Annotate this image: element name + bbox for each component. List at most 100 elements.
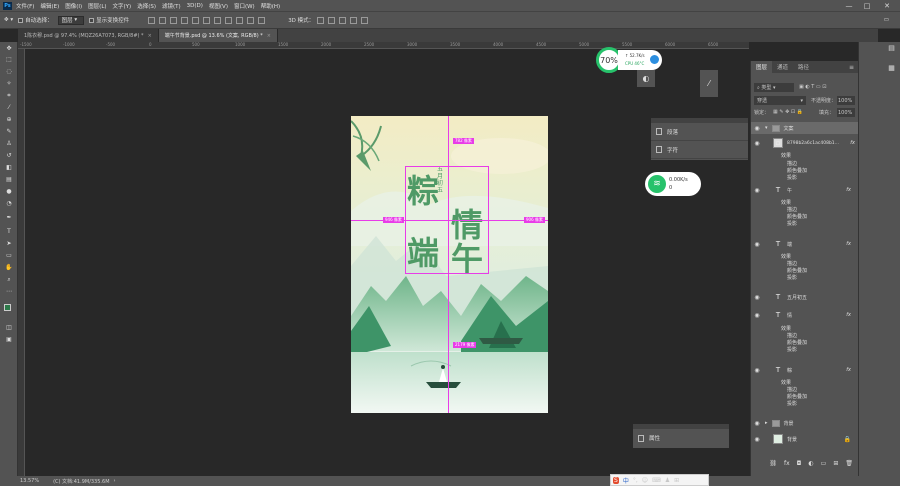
type-tool-icon[interactable]: T <box>5 228 13 235</box>
shape-tool-icon[interactable]: ▭ <box>5 252 13 259</box>
stamp-tool-icon[interactable]: ♙ <box>5 140 13 147</box>
expand-icon[interactable]: ▾ <box>765 125 768 131</box>
align-right-icon[interactable] <box>170 16 178 24</box>
tab-document-1[interactable]: 1陈衣穆.psd @ 97.4% (MQZ26A7073, RGB/8#) * × <box>18 29 159 42</box>
eye-icon[interactable]: ◉ <box>753 367 761 374</box>
effects-row[interactable]: 效果 <box>751 199 859 206</box>
menu-filter[interactable]: 滤镜(T) <box>162 2 181 10</box>
selection-bounding-box[interactable] <box>405 166 489 274</box>
vertical-ruler[interactable] <box>18 49 25 476</box>
distribute-h-icon[interactable] <box>225 16 233 24</box>
layer-row-date[interactable]: ◉ T 五月初五 <box>751 290 859 304</box>
panel-menu-icon[interactable]: ≡ <box>849 64 854 71</box>
eye-icon[interactable]: ◉ <box>753 125 761 132</box>
path-select-tool-icon[interactable]: ➤ <box>5 240 13 247</box>
eye-icon[interactable]: ◉ <box>753 294 761 301</box>
quick-mask-icon[interactable]: ◫ <box>5 324 13 331</box>
effect-stroke[interactable]: 描边 <box>751 332 859 339</box>
align-bottom-icon[interactable] <box>203 16 211 24</box>
blend-mode-dropdown[interactable]: 穿透 ▾ <box>754 96 806 105</box>
move-tool-icon[interactable]: ✥ <box>5 45 13 52</box>
3d-pan-icon[interactable] <box>339 16 347 24</box>
auto-select-checkbox[interactable] <box>18 17 24 23</box>
more-tools-icon[interactable]: ⋯ <box>5 288 13 295</box>
photoshop-logo[interactable]: Ps <box>3 1 12 10</box>
pen-tool-icon[interactable]: ✒ <box>5 214 13 221</box>
ime-logo[interactable]: S <box>613 476 619 484</box>
effect-drop-shadow[interactable]: 投影 <box>751 174 859 181</box>
menu-image[interactable]: 图像(I) <box>65 2 82 10</box>
layer-row-bg-group[interactable]: ◉ ▸ 背景 <box>751 417 859 429</box>
history-brush-icon[interactable]: ↺ <box>5 152 13 159</box>
effect-color-overlay[interactable]: 颜色叠加 <box>751 267 859 274</box>
menu-window[interactable]: 窗口(W) <box>234 2 255 10</box>
effects-row[interactable]: 效果 <box>751 379 859 386</box>
blur-tool-icon[interactable]: ● <box>5 188 13 195</box>
effect-color-overlay[interactable]: 颜色叠加 <box>751 393 859 400</box>
close-button[interactable]: ✕ <box>880 0 894 11</box>
toolbox-icon[interactable]: ⊞ <box>674 477 679 484</box>
menu-view[interactable]: 视图(V) <box>209 2 228 10</box>
link-icon[interactable]: ⛓ <box>769 460 777 467</box>
menu-select[interactable]: 选择(S) <box>137 2 156 10</box>
ime-punctuation[interactable]: °, <box>633 477 638 484</box>
document-info[interactable]: (C) 文档:41.9M/335.6M <box>53 478 109 485</box>
move-tool-icon[interactable]: ✥ ▾ <box>4 17 13 23</box>
layer-row-duan[interactable]: ◉ T 端 fx <box>751 237 859 251</box>
eye-icon[interactable]: ◉ <box>753 187 761 194</box>
fx-menu-icon[interactable]: fx <box>784 460 790 467</box>
layer-row-wu[interactable]: ◉ T 午 fx <box>751 183 859 197</box>
fx-icon[interactable]: fx <box>850 140 855 146</box>
foreground-color-swatch[interactable] <box>4 304 11 311</box>
align-left-icon[interactable] <box>148 16 156 24</box>
gradient-tool-icon[interactable]: ▤ <box>5 176 13 183</box>
properties-panel-button[interactable]: 属性 <box>633 429 729 447</box>
tab-layers[interactable]: 图层 <box>751 61 773 73</box>
3d-roll-icon[interactable] <box>328 16 336 24</box>
layer-row-smart-object[interactable]: ◉ ▫ 8798b2a6c1ac408b1... fx <box>751 135 859 151</box>
filter-icons[interactable]: ▣ ◐ T ▭ ⊡ <box>799 84 826 90</box>
expand-icon[interactable]: ▸ <box>765 420 768 426</box>
adjust-icon[interactable]: ◐ <box>637 70 655 87</box>
effect-stroke[interactable]: 描边 <box>751 206 859 213</box>
effects-row[interactable]: 效果 <box>751 253 859 260</box>
adjustment-icon[interactable]: ◐ <box>808 460 813 467</box>
3d-slide-icon[interactable] <box>350 16 358 24</box>
effect-drop-shadow[interactable]: 投影 <box>751 274 859 281</box>
align-top-icon[interactable] <box>181 16 189 24</box>
menu-file[interactable]: 文件(F) <box>16 2 34 10</box>
menu-edit[interactable]: 编辑(E) <box>40 2 59 10</box>
hand-tool-icon[interactable]: ✋ <box>5 264 13 271</box>
screen-mode-icon[interactable]: ▣ <box>5 336 13 343</box>
distribute-spacing-icon[interactable] <box>247 16 255 24</box>
delete-icon[interactable]: 🗑 <box>845 460 853 467</box>
auto-select-dropdown[interactable]: 图层 ▾ <box>57 15 85 25</box>
ime-chinese-mode[interactable]: 中 <box>623 476 629 485</box>
eye-icon[interactable]: ◉ <box>753 420 761 427</box>
effect-stroke[interactable]: 描边 <box>751 160 859 167</box>
keyboard-icon[interactable]: ⌨ <box>652 477 661 484</box>
swatches-icon[interactable]: ▦ <box>887 64 896 72</box>
tab-channels[interactable]: 通道 <box>772 61 793 73</box>
brush-tool-icon[interactable]: ✎ <box>5 128 13 135</box>
history-icon[interactable]: ▤ <box>887 44 896 52</box>
effect-drop-shadow[interactable]: 投影 <box>751 220 859 227</box>
distribute-icon[interactable] <box>214 16 222 24</box>
workspace-icon[interactable]: ▭ <box>884 17 889 23</box>
tool-preset-icon[interactable]: ⁄ <box>700 70 718 97</box>
effect-drop-shadow[interactable]: 投影 <box>751 400 859 407</box>
fx-icon[interactable]: fx <box>846 312 851 318</box>
menu-layer[interactable]: 图层(L) <box>88 2 106 10</box>
effect-drop-shadow[interactable]: 投影 <box>751 346 859 353</box>
menu-help[interactable]: 帮助(H) <box>261 2 280 10</box>
tab-close-icon[interactable]: × <box>267 33 271 39</box>
menu-3d[interactable]: 3D(D) <box>187 3 203 9</box>
eye-icon[interactable]: ◉ <box>753 312 761 319</box>
opacity-input[interactable]: 100% <box>837 96 855 105</box>
add-icon[interactable] <box>650 55 659 64</box>
fx-icon[interactable]: fx <box>846 367 851 373</box>
effects-row[interactable]: 效果 <box>751 325 859 332</box>
mask-icon[interactable]: ◘ <box>797 460 802 467</box>
new-group-icon[interactable]: ▭ <box>821 460 827 467</box>
more-options-icon[interactable] <box>258 16 266 24</box>
